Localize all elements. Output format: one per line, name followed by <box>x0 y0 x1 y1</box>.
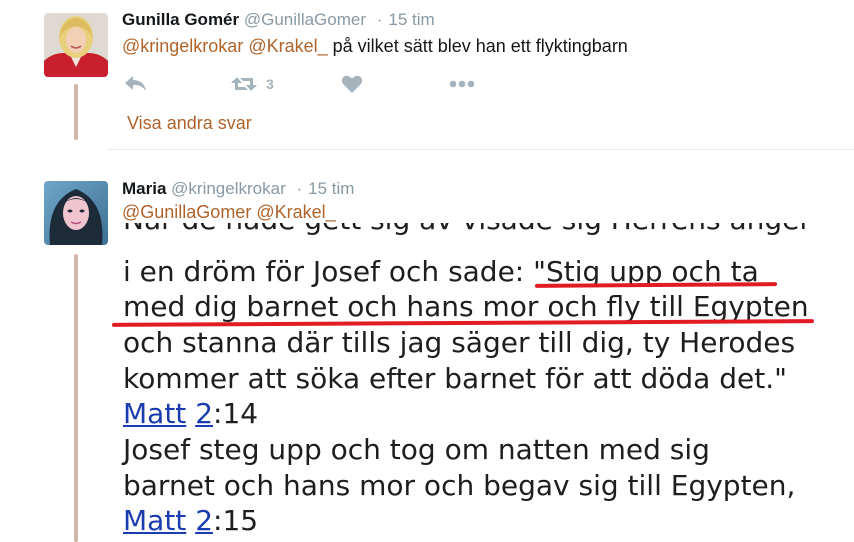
mention-link[interactable]: @Krakel_ <box>248 36 327 56</box>
avatar[interactable] <box>44 181 108 245</box>
bible-text-line: barnet och hans mor och begav sig till E… <box>123 469 796 502</box>
timestamp[interactable]: 15 tim <box>388 10 434 29</box>
mention-link[interactable]: @kringelkrokar <box>122 36 243 56</box>
bible-reference: Matt 2:15 <box>123 504 258 537</box>
retweet-button[interactable]: 3 <box>230 70 274 98</box>
tweet-header: Maria @kringelkrokar · 15 tim <box>122 179 354 199</box>
thread-line-top <box>74 84 78 140</box>
bible-ref-verse: :15 <box>213 504 259 537</box>
reply-button[interactable] <box>124 70 148 98</box>
bible-text-line: och stanna där tills jag säger till dig,… <box>123 326 796 359</box>
reply-icon <box>125 76 146 91</box>
avatar[interactable] <box>44 13 108 77</box>
bible-text-line: med dig barnet och hans mor och fly till… <box>123 290 809 323</box>
author-handle[interactable]: @kringelkrokar <box>171 179 286 198</box>
author-handle[interactable]: @GunillaGomer <box>244 10 366 29</box>
show-more-replies-link[interactable]: Visa andra svar <box>127 113 252 134</box>
mention-link[interactable]: @GunillaGomer <box>122 202 251 222</box>
thread-line-bottom <box>74 254 78 542</box>
author-name[interactable]: Maria <box>122 179 166 198</box>
heart-icon <box>341 75 363 93</box>
tweet-body: på vilket sätt blev han ett flyktingbarn <box>332 36 628 56</box>
bible-text-line: Josef steg upp och tog om natten med sig <box>123 433 710 466</box>
bible-text-line: kommer att söka efter barnet för att död… <box>123 362 787 395</box>
tweet-header: Gunilla Gomér @GunillaGomer · 15 tim <box>122 10 435 30</box>
bible-ref-chapter-link[interactable]: 2 <box>195 504 213 537</box>
bible-reference: Matt 2:14 <box>123 397 258 430</box>
separator-dot: · <box>376 10 383 29</box>
more-button[interactable] <box>448 70 476 98</box>
more-icon <box>449 80 475 88</box>
like-button[interactable] <box>341 70 363 98</box>
retweet-icon <box>231 77 257 91</box>
attached-image[interactable]: När de hade gett sig av visade sig Herre… <box>112 223 854 542</box>
bible-ref-book-link[interactable]: Matt <box>123 504 186 537</box>
separator-dot: · <box>296 179 303 198</box>
tweet-text: @GunillaGomer @Krakel_ <box>122 202 336 223</box>
timestamp[interactable]: 15 tim <box>308 179 354 198</box>
bible-text-line: När de hade gett sig av visade sig Herre… <box>123 223 807 236</box>
tweet-text: @kringelkrokar @Krakel_ på vilket sätt b… <box>122 36 628 57</box>
author-name[interactable]: Gunilla Gomér <box>122 10 239 29</box>
bible-ref-chapter-link[interactable]: 2 <box>195 397 213 430</box>
retweet-count: 3 <box>266 76 274 92</box>
bible-ref-verse: :14 <box>213 397 259 430</box>
bible-ref-book-link[interactable]: Matt <box>123 397 186 430</box>
divider <box>107 149 854 150</box>
mention-link[interactable]: @Krakel_ <box>256 202 335 222</box>
